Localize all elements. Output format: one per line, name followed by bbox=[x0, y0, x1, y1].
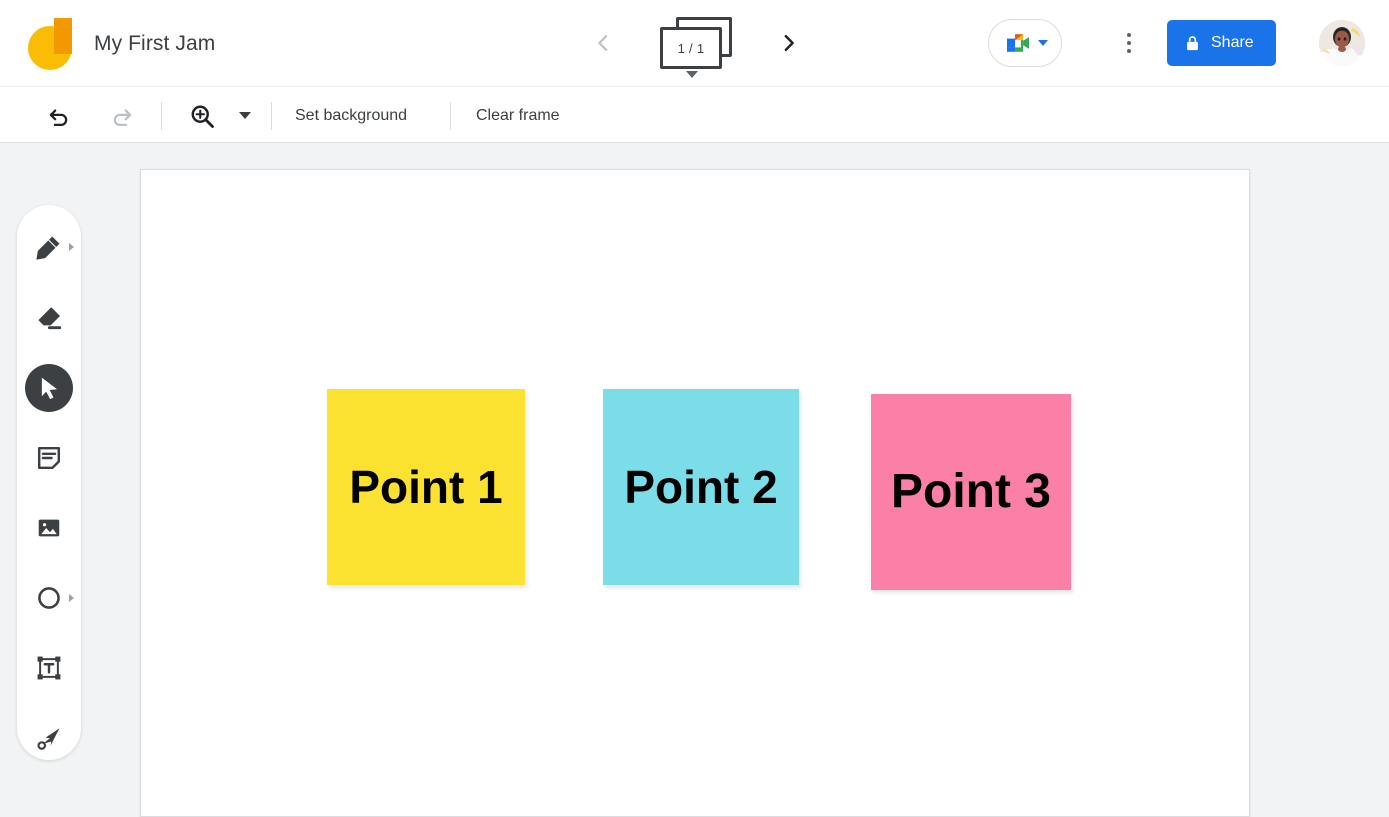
avatar[interactable] bbox=[1319, 20, 1365, 66]
previous-frame-button[interactable] bbox=[586, 26, 620, 60]
pen-submenu-arrow-icon[interactable] bbox=[69, 243, 74, 251]
pen-icon bbox=[36, 236, 60, 260]
toolbar-divider bbox=[271, 102, 272, 130]
sticky-note-text: Point 2 bbox=[624, 460, 778, 513]
tool-text-box[interactable] bbox=[17, 636, 81, 700]
chevron-down-icon[interactable] bbox=[686, 71, 698, 78]
sticky-note-text: Point 1 bbox=[349, 460, 503, 513]
chevron-down-icon[interactable] bbox=[1037, 40, 1048, 46]
jamboard-logo-icon bbox=[28, 18, 72, 70]
page-title[interactable]: My First Jam bbox=[94, 32, 215, 56]
sticky-note-icon bbox=[37, 446, 61, 470]
work-area: Point 1 Point 2 Point 3 bbox=[0, 143, 1389, 817]
undo-icon bbox=[49, 109, 68, 127]
tool-select[interactable] bbox=[17, 356, 81, 420]
sticky-note-text: Point 3 bbox=[890, 464, 1051, 518]
eraser-icon bbox=[38, 307, 62, 330]
zoom-dropdown-button[interactable] bbox=[239, 112, 251, 119]
sticky-note[interactable]: Point 1 bbox=[327, 389, 525, 585]
redo-button[interactable] bbox=[105, 99, 139, 133]
tool-rail bbox=[17, 205, 81, 760]
lock-icon bbox=[1187, 35, 1198, 50]
google-meet-button[interactable] bbox=[988, 19, 1062, 67]
kebab-dot bbox=[1127, 49, 1131, 53]
sticky-note[interactable]: Point 2 bbox=[603, 389, 799, 585]
frame-counter-button[interactable]: 1 / 1 bbox=[658, 15, 734, 78]
shape-submenu-arrow-icon[interactable] bbox=[69, 594, 74, 602]
tool-laser[interactable] bbox=[17, 706, 81, 770]
tool-pen[interactable] bbox=[17, 215, 81, 279]
circle-shape-icon bbox=[38, 587, 60, 609]
undo-button[interactable] bbox=[42, 99, 76, 133]
redo-icon bbox=[113, 109, 132, 127]
zoom-in-button[interactable] bbox=[185, 99, 219, 133]
kebab-dot bbox=[1127, 33, 1131, 37]
image-icon bbox=[38, 519, 60, 537]
sticky-note[interactable]: Point 3 bbox=[871, 394, 1071, 590]
edit-toolbar: Set background Clear frame bbox=[0, 86, 1389, 143]
jam-canvas[interactable]: Point 1 Point 2 Point 3 bbox=[140, 169, 1250, 817]
logo-bar-shape bbox=[54, 18, 72, 54]
laser-pointer-icon bbox=[37, 728, 60, 750]
zoom-in-icon bbox=[191, 105, 214, 128]
more-options-button[interactable] bbox=[1114, 22, 1144, 64]
tool-image[interactable] bbox=[17, 496, 81, 560]
tool-sticky-note[interactable] bbox=[17, 426, 81, 490]
cursor-icon bbox=[41, 377, 58, 400]
text-box-icon bbox=[37, 656, 61, 680]
app-header: My First Jam 1 / 1 Share bbox=[0, 0, 1389, 86]
tool-eraser[interactable] bbox=[17, 286, 81, 350]
frame-stack-front-icon: 1 / 1 bbox=[660, 27, 722, 69]
share-button[interactable]: Share bbox=[1167, 20, 1276, 66]
clear-frame-button[interactable]: Clear frame bbox=[476, 101, 560, 131]
next-frame-button[interactable] bbox=[772, 26, 806, 60]
google-meet-icon bbox=[1006, 34, 1029, 52]
tool-shape[interactable] bbox=[17, 566, 81, 630]
set-background-button[interactable]: Set background bbox=[295, 101, 407, 131]
kebab-dot bbox=[1127, 41, 1131, 45]
toolbar-divider bbox=[450, 102, 451, 130]
toolbar-divider bbox=[161, 102, 162, 130]
frame-navigator: 1 / 1 bbox=[586, 10, 806, 78]
frame-counter-label: 1 / 1 bbox=[677, 40, 705, 56]
share-button-label: Share bbox=[1211, 34, 1254, 51]
